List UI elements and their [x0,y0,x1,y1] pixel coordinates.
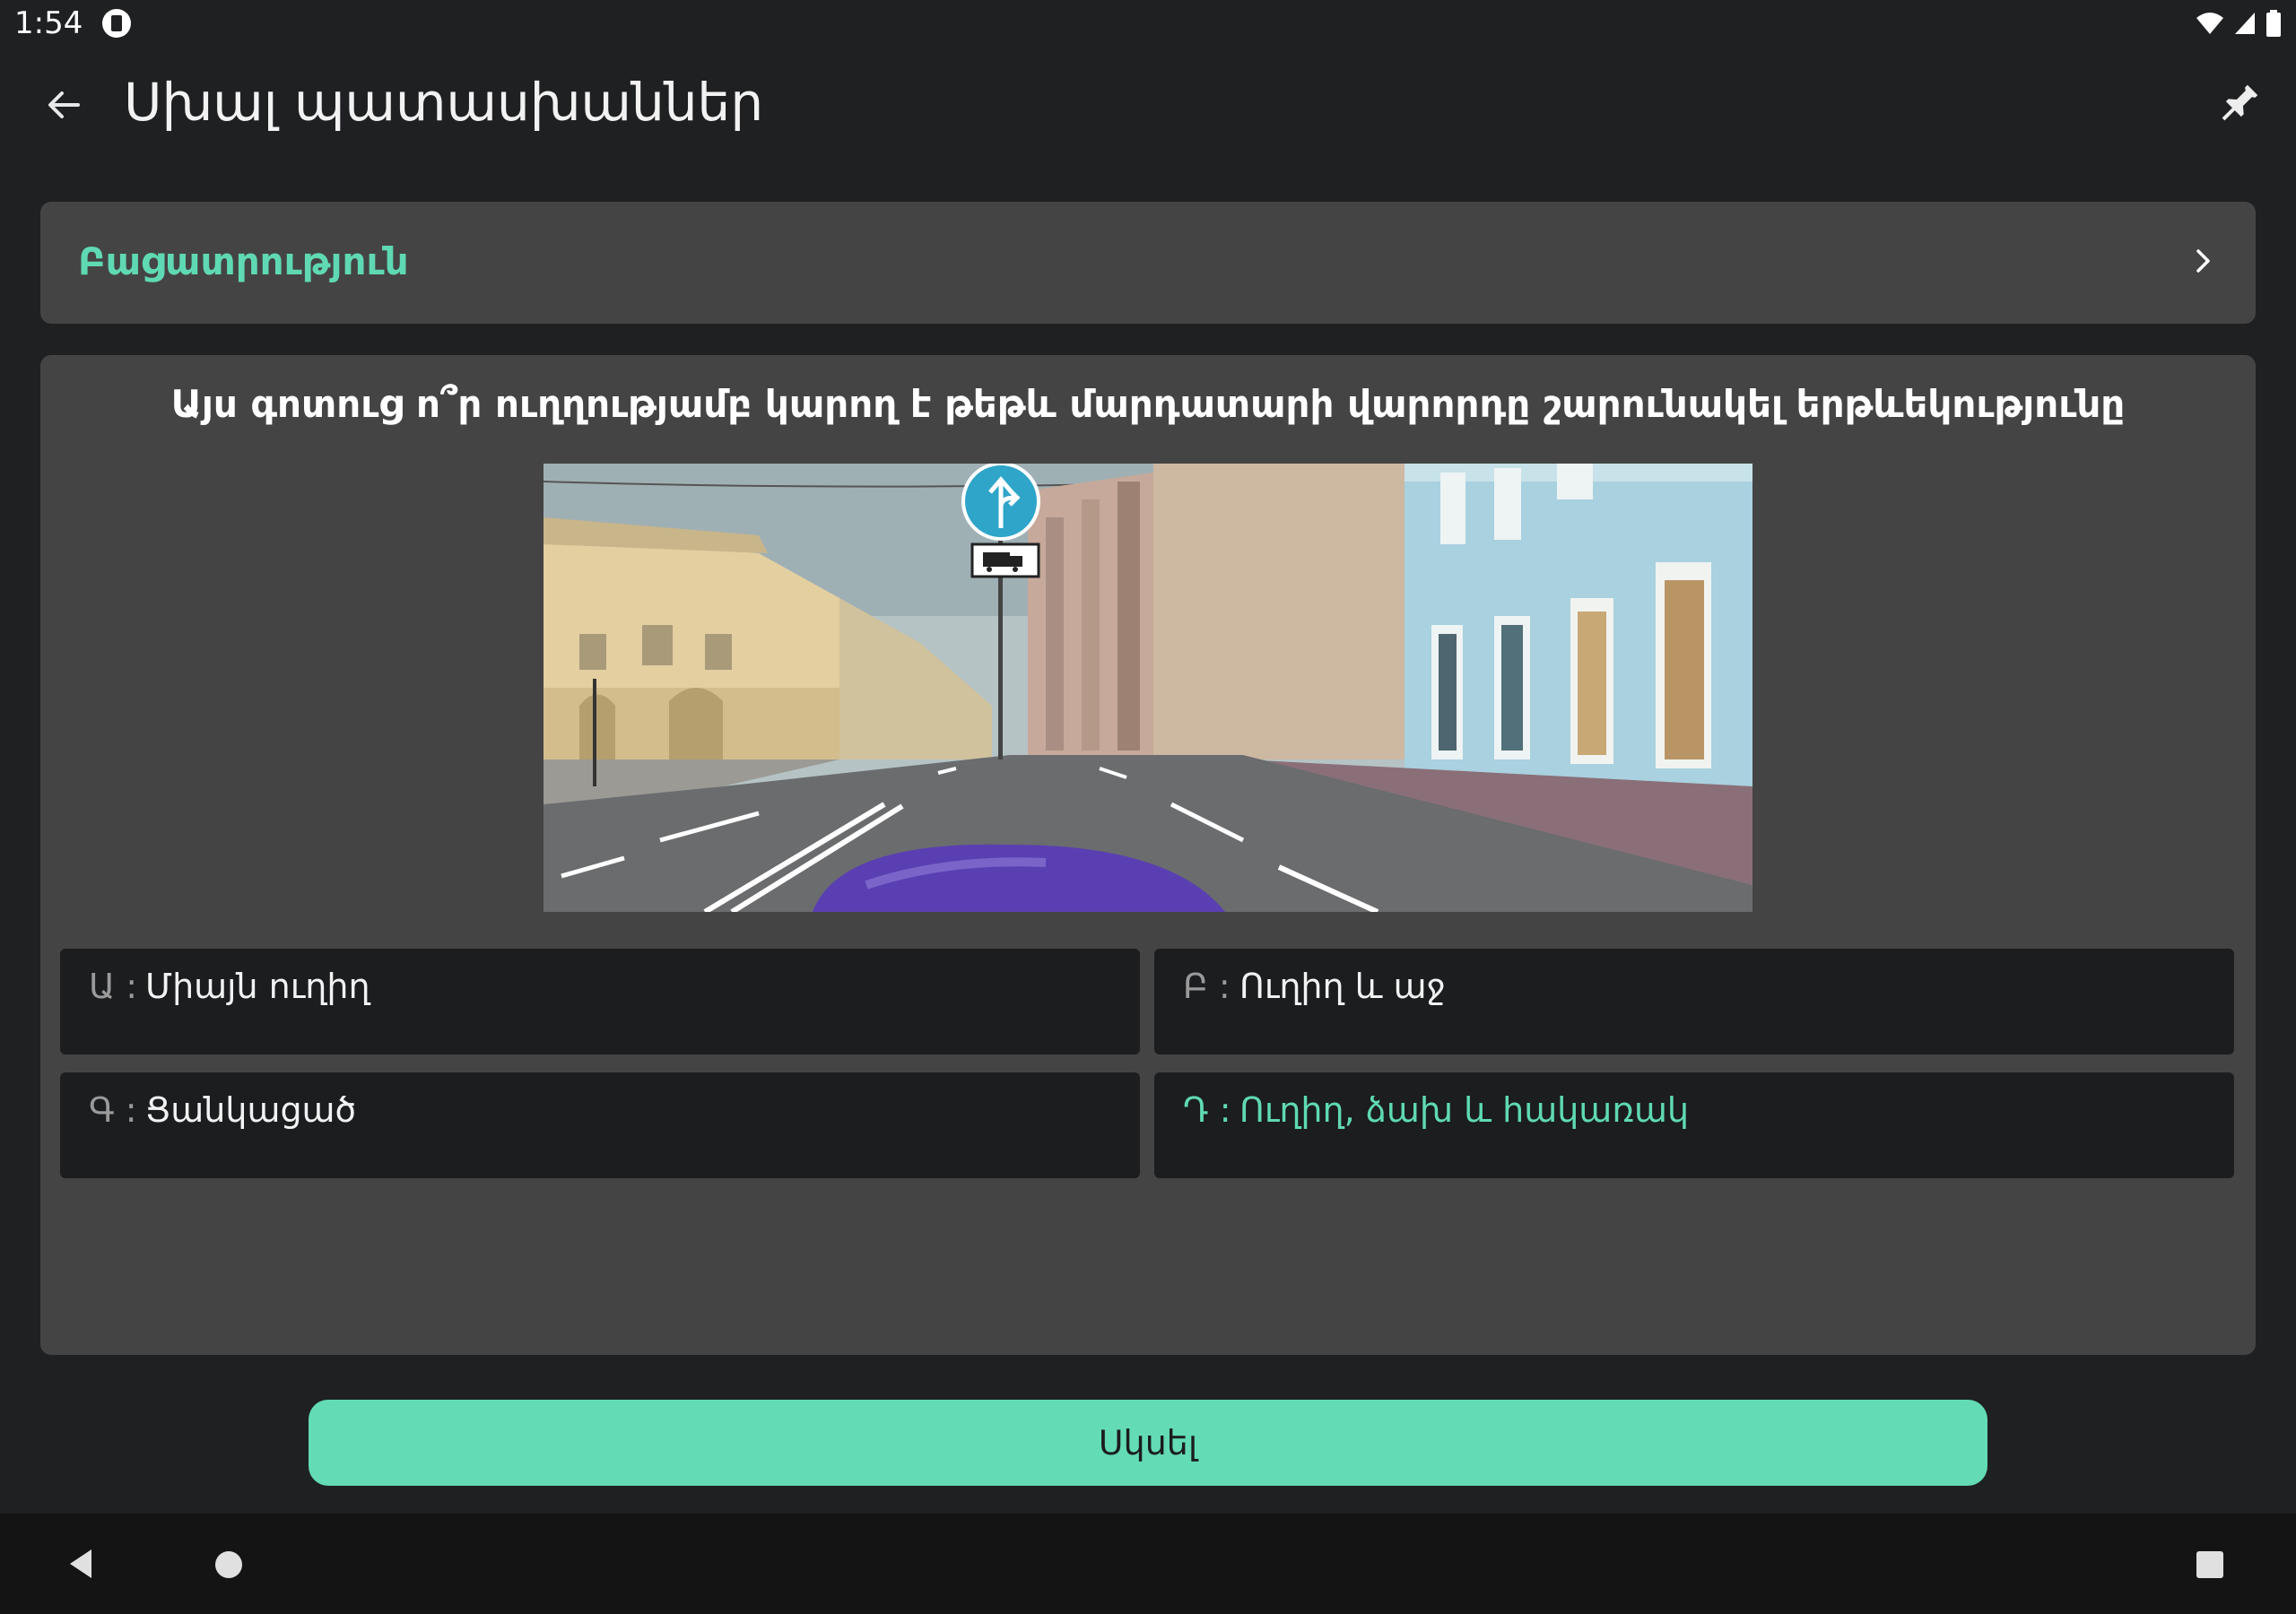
explanation-card[interactable]: Բացատրություն [40,202,2256,324]
answer-letter: Ա : [89,967,137,1006]
chevron-right-icon [2196,249,2210,273]
answer-letter: Գ : [89,1090,137,1130]
status-right [2196,10,2282,37]
status-bar: 1:54 [0,0,2296,47]
back-button[interactable] [34,75,93,134]
signal-icon [2235,13,2255,34]
app-bar: Սխալ պատասխաններ [0,47,2296,163]
wifi-icon [2196,13,2223,34]
pin-button[interactable] [2208,74,2269,134]
system-nav-bar [0,1514,2296,1614]
nav-back-icon[interactable] [65,1546,97,1582]
question-text: Այս գոտուց ո՞ր ուղղությամբ կարող է թեթև … [170,382,2126,426]
answer-option-c[interactable]: Գ : Ցանկացած [60,1072,1140,1178]
question-card: Այս գոտուց ո՞ր ուղղությամբ կարող է թեթև … [40,355,2256,1355]
status-time: 1:54 [14,5,83,41]
answer-letter: Բ : [1183,967,1231,1006]
battery-icon [2266,10,2281,37]
answer-option-a[interactable]: Ա : Միայն ուղիղ [60,949,1140,1054]
answer-text: Ցանկացած [145,1090,357,1130]
arrow-back-icon [48,91,80,118]
pin-icon [2222,84,2258,121]
nav-recents-icon[interactable] [2196,1551,2223,1578]
status-left: 1:54 [14,5,132,41]
question-image [544,464,1752,912]
nav-home-icon[interactable] [215,1551,242,1578]
answer-option-b[interactable]: Բ : Ուղիղ և աջ [1154,949,2234,1054]
answer-text: Ուղիղ և աջ [1239,967,1446,1006]
answer-text: Ուղիղ, ձախ և հակառակ [1239,1090,1690,1130]
notification-app-icon [102,9,132,38]
explanation-label: Բացատրություն [78,239,409,283]
answer-letter: Դ : [1183,1090,1231,1130]
answer-option-d[interactable]: Դ : Ուղիղ, ձախ և հակառակ [1154,1072,2234,1178]
start-button[interactable]: Սկսել [309,1400,1987,1486]
answer-text: Միայն ուղիղ [145,967,370,1006]
page-title: Սխալ պատասխաններ [124,72,764,133]
